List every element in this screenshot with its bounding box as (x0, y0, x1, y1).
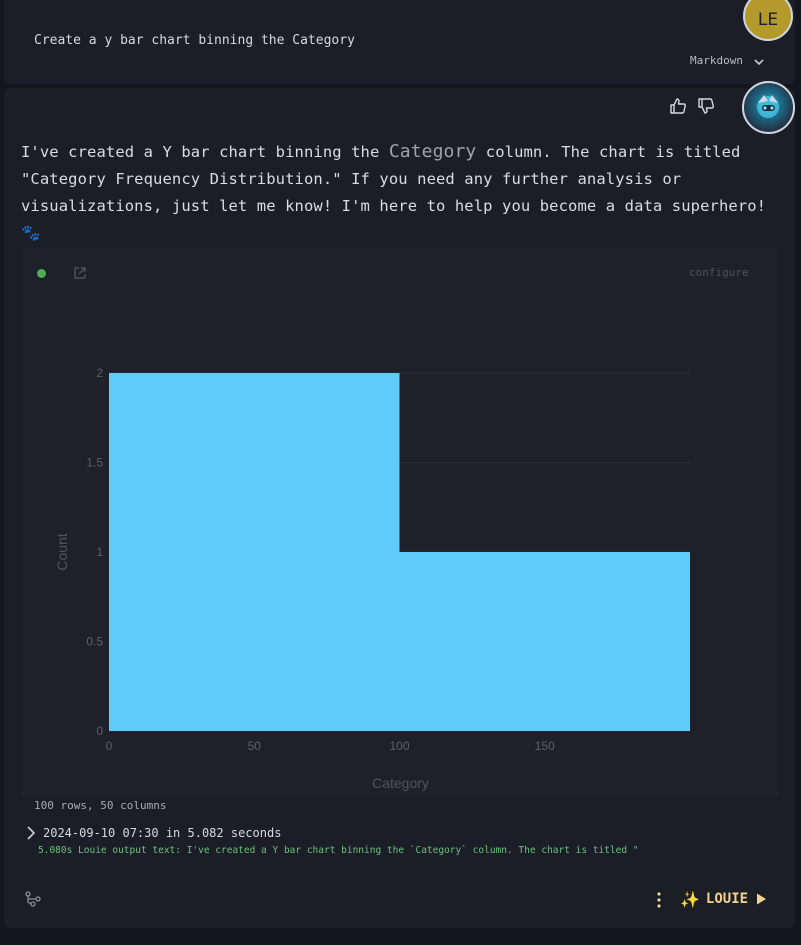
histogram-bar (109, 373, 400, 731)
play-icon (757, 893, 767, 905)
assistant-avatar (742, 81, 795, 134)
y-tick-label: 1 (96, 545, 103, 559)
log-output: 5.080s Louie output text: I've created a… (38, 845, 638, 856)
chevron-down-icon (754, 59, 764, 66)
prompt-text[interactable]: Create a y bar chart binning the Categor… (34, 33, 355, 48)
branch-icon[interactable] (25, 891, 41, 907)
y-tick-label: 1.5 (86, 456, 103, 470)
cell-mode-dropdown[interactable]: Markdown (690, 54, 764, 67)
cell-mode-label: Markdown (690, 54, 743, 67)
run-timestamp[interactable]: 2024-09-10 07:30 in 5.082 seconds (43, 826, 281, 840)
louie-label: LOUIE (705, 891, 749, 907)
x-tick-label: 50 (248, 739, 262, 753)
thumbs-down-icon[interactable] (697, 97, 715, 115)
histogram-bar (399, 552, 690, 731)
dataset-info: 100 rows, 50 columns (34, 799, 167, 812)
y-tick-label: 2 (96, 366, 103, 380)
response-text: I've created a Y bar chart binning the C… (21, 138, 791, 247)
y-axis-title: Count (54, 533, 70, 570)
x-tick-label: 100 (389, 739, 409, 753)
y-tick-label: 0.5 (86, 635, 103, 649)
run-louie-button[interactable]: ✨ LOUIE (680, 888, 768, 910)
user-initials: LE (757, 10, 779, 30)
histogram-chart: 0 0.5 1 1.5 2 0 50 100 150 Category Count (54, 366, 690, 791)
more-options-icon[interactable] (652, 890, 666, 910)
robot-dog-icon (757, 95, 779, 118)
inline-code-term: Category (388, 141, 477, 162)
response-text-before: I've created a Y bar chart binning the (21, 143, 389, 161)
thumbs-up-icon[interactable] (669, 97, 687, 115)
x-axis-title: Category (372, 775, 429, 791)
y-tick-label: 0 (96, 724, 103, 738)
x-tick-label: 0 (106, 739, 113, 753)
x-tick-label: 150 (535, 739, 555, 753)
chevron-right-icon[interactable] (25, 825, 37, 841)
sparkles-icon: ✨ (680, 889, 700, 909)
